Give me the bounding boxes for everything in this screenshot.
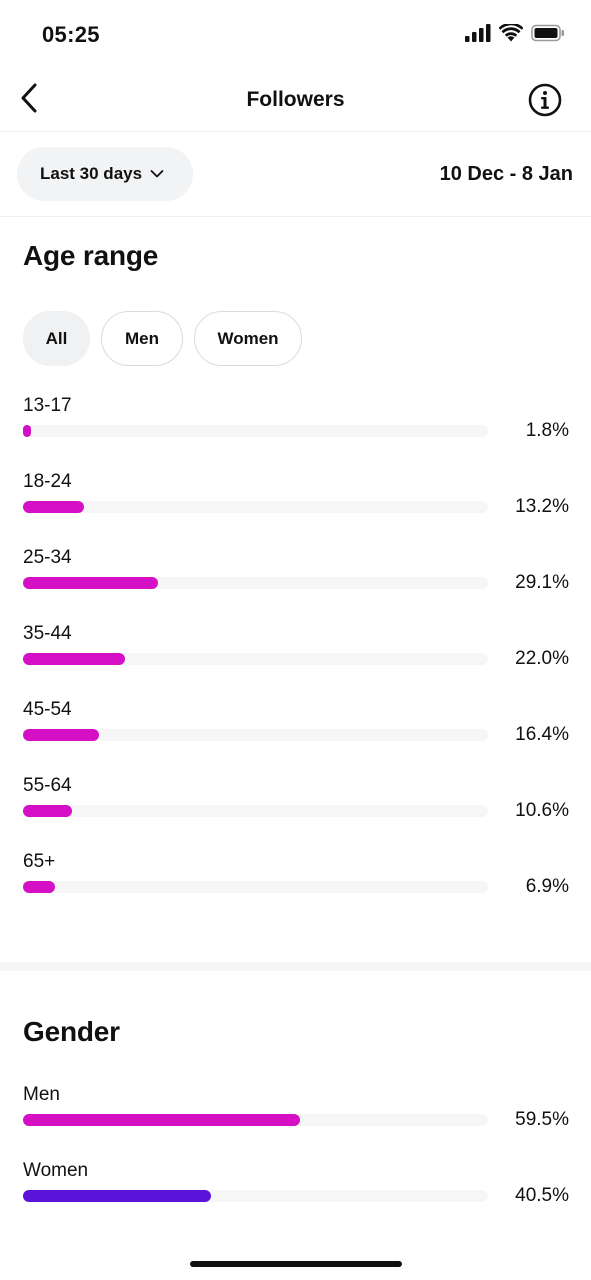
header: Followers [0, 70, 591, 132]
section-divider [0, 962, 591, 971]
age-row-label: 45-54 [23, 699, 72, 720]
age-row: 65+ 6.9% [23, 851, 569, 911]
bar-track [23, 425, 488, 437]
age-filter-chips: All Men Women [23, 311, 302, 366]
age-row: 13-17 1.8% [23, 395, 569, 455]
bar-track [23, 729, 488, 741]
bar-track [23, 501, 488, 513]
gender-row-label: Men [23, 1084, 60, 1105]
age-row-label: 25-34 [23, 547, 72, 568]
bar-track [23, 653, 488, 665]
age-row-label: 18-24 [23, 471, 72, 492]
age-row-label: 65+ [23, 851, 56, 872]
age-row-value: 6.9% [525, 876, 569, 897]
wifi-icon [499, 24, 523, 42]
age-row-value: 22.0% [515, 648, 569, 669]
age-row: 25-34 29.1% [23, 547, 569, 607]
gender-title: Gender [23, 1016, 120, 1047]
battery-icon [531, 24, 565, 42]
date-range-dropdown-label: Last 30 days [40, 164, 143, 183]
age-row: 45-54 16.4% [23, 699, 569, 759]
bar-fill [23, 501, 85, 513]
chevron-down-icon [150, 164, 164, 184]
bar-track [23, 881, 488, 893]
status-time: 05:25 [42, 22, 100, 47]
chip-all[interactable]: All [23, 311, 90, 366]
age-row-value: 29.1% [515, 572, 569, 593]
bar-track [23, 1190, 488, 1202]
age-row-value: 16.4% [515, 724, 569, 745]
age-row-label: 13-17 [23, 395, 72, 416]
age-row-value: 1.8% [525, 420, 569, 441]
gender-row-value: 40.5% [515, 1185, 569, 1206]
bar-fill [23, 805, 73, 817]
status-bar: 05:25 [0, 0, 591, 70]
gender-row-label: Women [23, 1160, 89, 1181]
bar-fill [23, 577, 159, 589]
bar-track [23, 577, 488, 589]
age-range-title: Age range [23, 240, 159, 271]
bar-fill [23, 653, 126, 665]
filter-row: Last 30 days 10 Dec - 8 Jan [0, 132, 591, 217]
gender-row: Men 59.5% [23, 1084, 569, 1144]
bar-fill [23, 1190, 212, 1202]
date-range-text: 10 Dec - 8 Jan [439, 163, 573, 185]
age-row: 55-64 10.6% [23, 775, 569, 835]
chip-women[interactable]: Women [194, 311, 302, 366]
age-row-value: 10.6% [515, 800, 569, 821]
gender-row: Women 40.5% [23, 1160, 569, 1220]
bar-track [23, 1114, 488, 1126]
age-row: 35-44 22.0% [23, 623, 569, 683]
age-row-value: 13.2% [515, 496, 569, 517]
age-row-label: 55-64 [23, 775, 72, 796]
bar-track [23, 805, 488, 817]
age-row-label: 35-44 [23, 623, 72, 644]
status-icons [465, 24, 565, 42]
date-range-dropdown[interactable]: Last 30 days [17, 147, 193, 201]
bar-fill [23, 881, 56, 893]
info-button[interactable] [527, 82, 563, 118]
gender-row-value: 59.5% [515, 1109, 569, 1130]
chip-men[interactable]: Men [101, 311, 183, 366]
age-row: 18-24 13.2% [23, 471, 569, 531]
page-title: Followers [246, 88, 345, 111]
bar-fill [23, 425, 32, 437]
cellular-signal-icon [465, 24, 491, 42]
bar-fill [23, 1114, 300, 1126]
info-circle-icon [527, 83, 563, 122]
bar-fill [23, 729, 100, 741]
home-indicator [190, 1261, 402, 1267]
